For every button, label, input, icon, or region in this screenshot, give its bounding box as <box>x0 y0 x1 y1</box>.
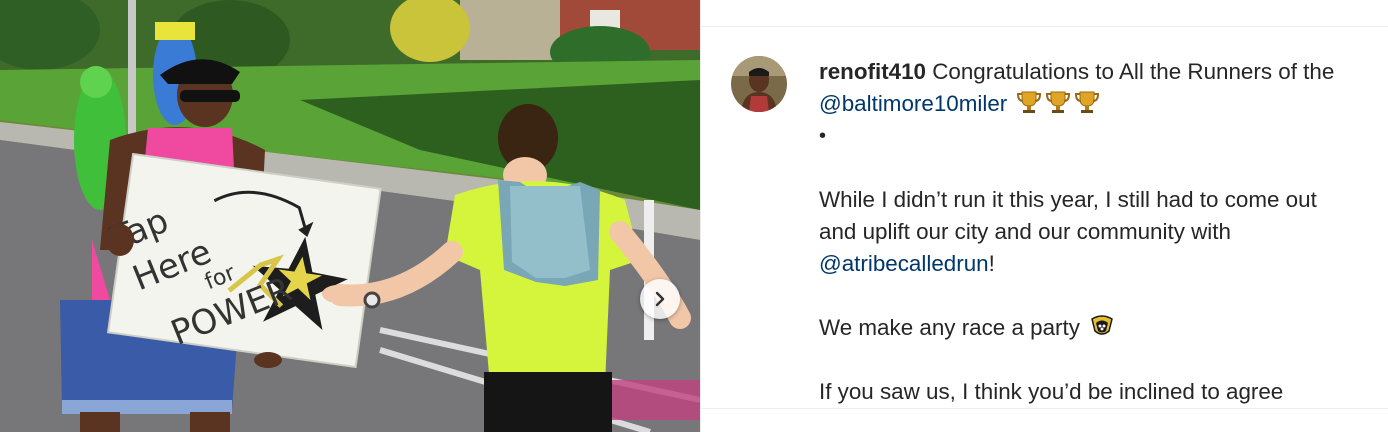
mention-link-atribecalledrun[interactable]: @atribecalledrun <box>819 251 989 276</box>
caption-paragraph-3: We make any race a party <box>819 312 1359 344</box>
post-panel: renofit410 Congratulations to All the Ru… <box>700 0 1388 432</box>
caption-paragraph-1: renofit410 Congratulations to All the Ru… <box>819 56 1359 120</box>
trophy-icon <box>1074 89 1100 115</box>
post-caption: renofit410 Congratulations to All the Ru… <box>819 56 1359 408</box>
bottom-divider <box>701 408 1388 409</box>
avatar[interactable] <box>731 56 787 112</box>
mention-link-baltimore10miler[interactable]: @baltimore10miler <box>819 91 1007 116</box>
caption-paragraph-4: If you saw us, I think you’d be inclined… <box>819 379 1284 404</box>
trophy-icon <box>1016 89 1042 115</box>
post-media[interactable]: Tap Here for POWER <box>0 0 700 432</box>
party-emoji-icon <box>1089 313 1115 339</box>
username-link[interactable]: renofit410 <box>819 59 926 84</box>
caption-bullet: • <box>819 125 827 147</box>
caption-paragraph-2: While I didn’t run it this year, I still… <box>819 184 1359 280</box>
caption-text-2: While I didn’t run it this year, I still… <box>819 187 1317 244</box>
caption-text-2-end: ! <box>988 251 995 276</box>
post-photo: Tap Here for POWER <box>0 0 700 432</box>
caption-text-1: Congratulations to All the Runners of th… <box>926 59 1335 84</box>
top-divider <box>701 26 1388 27</box>
caption-text-3: We make any race a party <box>819 315 1087 340</box>
trophy-icon <box>1045 89 1071 115</box>
next-photo-button[interactable] <box>640 279 680 319</box>
chevron-right-icon <box>655 291 665 307</box>
